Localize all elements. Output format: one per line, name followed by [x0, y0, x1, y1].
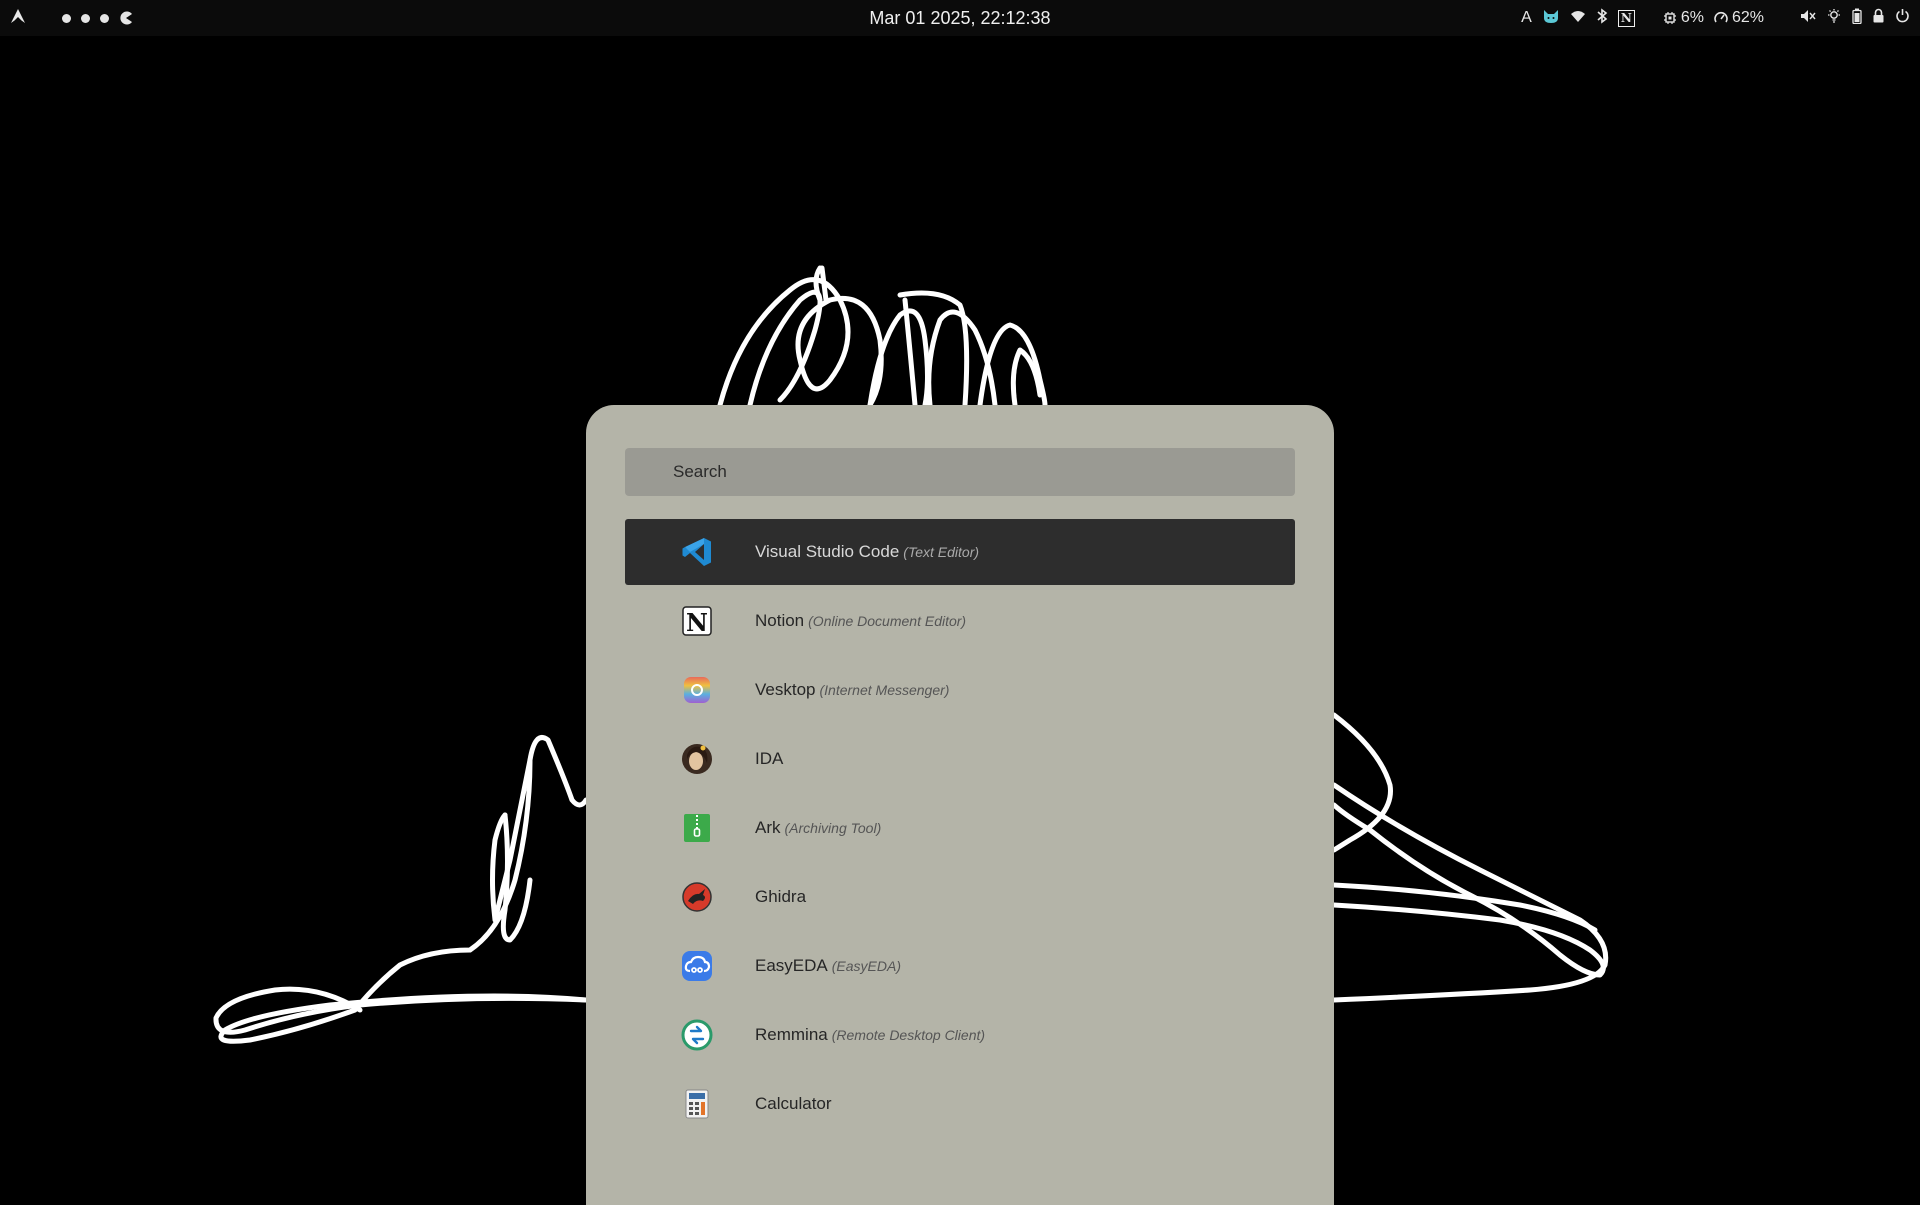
volume-muted-icon[interactable]: [1800, 9, 1816, 28]
app-name: Vesktop: [755, 680, 816, 699]
app-description: (Online Document Editor): [808, 613, 967, 629]
app-item-ida[interactable]: IDA: [625, 726, 1295, 792]
app-item-ark[interactable]: Ark (Archiving Tool): [625, 795, 1295, 861]
remmina-icon: [681, 1019, 713, 1051]
app-item-text: Notion (Online Document Editor): [755, 588, 966, 654]
app-item-text: EasyEDA (EasyEDA): [755, 933, 901, 999]
calculator-icon: [681, 1088, 713, 1120]
bluetooth-icon[interactable]: [1596, 7, 1608, 29]
app-item-remmina[interactable]: Remmina (Remote Desktop Client): [625, 1002, 1295, 1068]
app-item-text: IDA: [755, 726, 787, 792]
app-item-text: Calculator: [755, 1071, 836, 1137]
workspace-3-indicator[interactable]: [100, 13, 109, 23]
topbar-left: [10, 0, 133, 36]
app-item-notion[interactable]: N Notion (Online Document Editor): [625, 588, 1295, 654]
app-item-text: Visual Studio Code (Text Editor): [755, 519, 979, 585]
app-launcher: Search Visual Studio Code (Text Editor) N: [586, 405, 1334, 1205]
app-description: (Internet Messenger): [819, 682, 950, 698]
app-item-text: Ghidra: [755, 864, 810, 930]
app-name: Visual Studio Code: [755, 542, 900, 561]
app-name: Ghidra: [755, 887, 807, 906]
app-list: Visual Studio Code (Text Editor) N Notion…: [625, 519, 1295, 1140]
memory-usage[interactable]: 62%: [1714, 9, 1764, 27]
wifi-icon[interactable]: [1570, 9, 1586, 28]
app-name: Calculator: [755, 1094, 832, 1113]
cpu-usage[interactable]: 6%: [1663, 9, 1704, 27]
app-name: Notion: [755, 611, 805, 630]
notion-tray-icon[interactable]: N: [1617, 9, 1635, 27]
app-name: EasyEDA: [755, 956, 828, 975]
cat-app-tray-icon[interactable]: [1542, 8, 1560, 29]
workspace-1-indicator[interactable]: [62, 13, 71, 23]
search-placeholder: Search: [673, 462, 727, 481]
app-item-text: Ark (Archiving Tool): [755, 795, 881, 861]
cpu-usage-value: 6%: [1680, 9, 1704, 26]
brightness-icon[interactable]: [1826, 8, 1842, 29]
app-description: (Text Editor): [903, 544, 980, 560]
app-item-calculator[interactable]: Calculator: [625, 1071, 1295, 1137]
notion-icon: N: [681, 605, 713, 637]
ghidra-icon: [681, 881, 713, 913]
app-name: IDA: [755, 749, 784, 768]
app-item-easyeda[interactable]: EasyEDA (EasyEDA): [625, 933, 1295, 999]
keyboard-layout-indicator[interactable]: A: [1521, 9, 1532, 27]
svg-text:N: N: [686, 608, 708, 637]
app-item-vesktop[interactable]: Vesktop (Internet Messenger): [625, 657, 1295, 723]
app-item-text: Remmina (Remote Desktop Client): [755, 1002, 985, 1068]
workspace-2-indicator[interactable]: [81, 13, 90, 23]
app-name: Ark: [755, 818, 781, 837]
battery-icon[interactable]: [1852, 8, 1862, 29]
app-item-visual-studio-code[interactable]: Visual Studio Code (Text Editor): [625, 519, 1295, 585]
workspace-4-active-indicator[interactable]: [119, 11, 133, 25]
ark-icon: [681, 812, 713, 844]
top-bar: Mar 01 2025, 22:12:38 A N 6% 62%: [0, 0, 1920, 36]
app-description: (EasyEDA): [831, 958, 901, 974]
clock-text[interactable]: Mar 01 2025, 22:12:38: [869, 8, 1050, 28]
ida-icon: [681, 743, 713, 775]
app-name: Remmina: [755, 1025, 828, 1044]
app-item-ghidra[interactable]: Ghidra: [625, 864, 1295, 930]
system-tray: A N 6% 62%: [1521, 0, 1910, 36]
vesktop-icon: [681, 674, 713, 706]
easyeda-icon: [681, 950, 713, 982]
vscode-icon: [681, 536, 713, 568]
power-icon[interactable]: [1895, 8, 1910, 28]
lock-icon[interactable]: [1872, 8, 1885, 28]
cpu-icon: [1663, 12, 1676, 24]
app-description: (Remote Desktop Client): [831, 1027, 986, 1043]
app-description: (Archiving Tool): [784, 820, 882, 836]
memory-usage-value: 62%: [1731, 9, 1764, 26]
arch-logo-icon[interactable]: [10, 8, 26, 28]
search-input[interactable]: Search: [625, 448, 1295, 496]
gauge-icon: [1714, 11, 1728, 23]
app-item-text: Vesktop (Internet Messenger): [755, 657, 949, 723]
